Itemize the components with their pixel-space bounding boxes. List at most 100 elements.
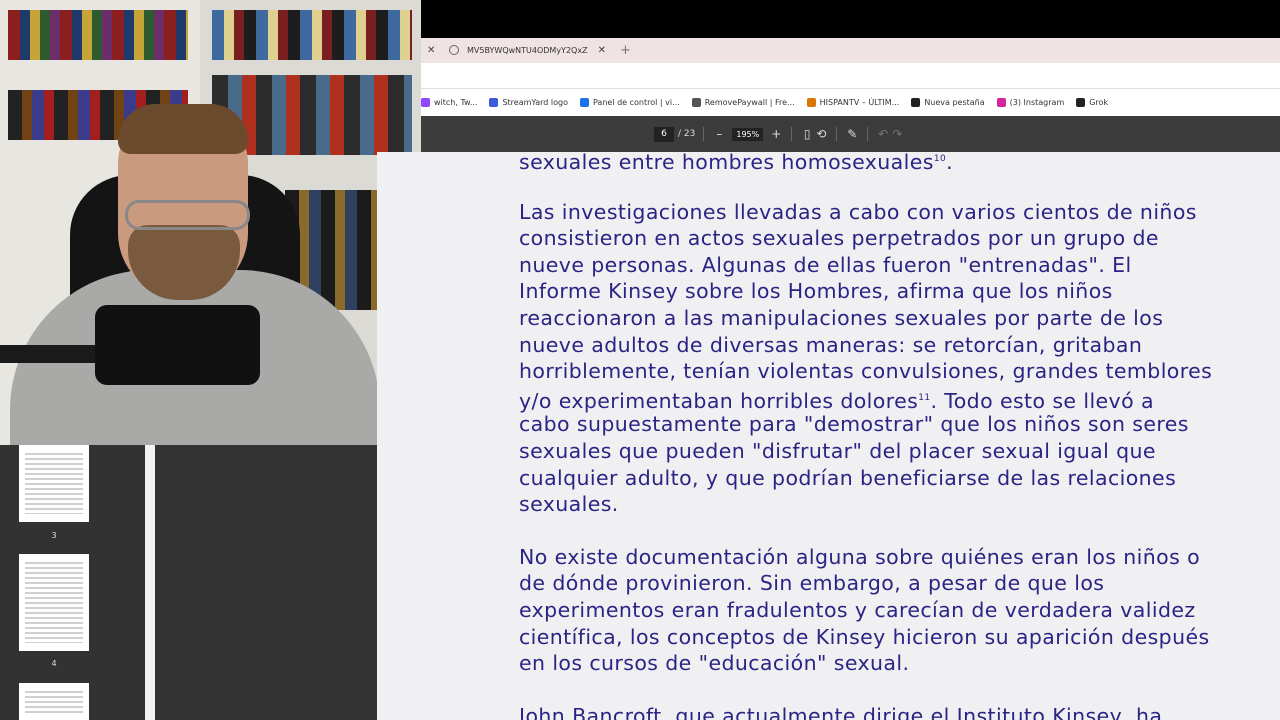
thumbnail-number: 4 bbox=[51, 659, 57, 668]
text-line: No existe documentación alguna sobre qui… bbox=[519, 544, 1239, 571]
text-line: sexuales que pueden "disfrutar" del plac… bbox=[519, 438, 1239, 465]
undo-icon[interactable]: ↶ bbox=[876, 127, 890, 141]
text-line: sexuales. bbox=[519, 491, 1239, 518]
text-line: reaccionaron a las manipulaciones sexual… bbox=[519, 305, 1239, 332]
grok-icon bbox=[1076, 98, 1086, 107]
bookmark-item[interactable]: HISPANTV – ÚLTIM... bbox=[806, 98, 899, 107]
line-text: cabo supuestamente para "demostrar" que … bbox=[519, 412, 1189, 437]
line-text: de dónde provinieron. Sin embargo, a pes… bbox=[519, 571, 1105, 596]
fit-page-icon[interactable]: ▯ bbox=[800, 127, 814, 141]
bookmark-label: witch, Tw... bbox=[434, 98, 478, 107]
line-text: sexuales entre hombres homosexuales bbox=[519, 152, 934, 174]
footnote-ref[interactable]: 10 bbox=[934, 154, 946, 164]
book-row bbox=[8, 10, 188, 60]
page-total: / 23 bbox=[678, 129, 696, 139]
bookmark-label: StreamYard logo bbox=[502, 98, 568, 107]
bookmark-item[interactable]: (3) Instagram bbox=[996, 98, 1065, 107]
line-text: Informe Kinsey sobre los Hombres, afirma… bbox=[519, 279, 1113, 304]
browser-tab[interactable]: MV5BYWQwNTU4ODMyY2QxZ ✕ bbox=[441, 38, 614, 63]
zoom-level[interactable]: 195% bbox=[732, 127, 764, 141]
divider bbox=[867, 127, 869, 141]
person-hair bbox=[118, 104, 248, 154]
mic-arm bbox=[0, 345, 100, 363]
paragraph: No existe documentación alguna sobre qui… bbox=[519, 544, 1239, 677]
panel-icon bbox=[579, 98, 589, 107]
browser-window: ✕ MV5BYWQwNTU4ODMyY2QxZ ✕ + witch, Tw...… bbox=[421, 38, 1280, 152]
page-thumbnail[interactable] bbox=[19, 683, 89, 720]
line-text: científica, los conceptos de Kinsey hici… bbox=[519, 624, 1210, 649]
text-line: científica, los conceptos de Kinsey hici… bbox=[519, 624, 1239, 651]
line-text: experimentos eran fradulentos y carecían… bbox=[519, 597, 1196, 622]
bookmark-label: Nueva pestaña bbox=[924, 98, 985, 107]
text-line: y/o experimentaban horribles dolores11. … bbox=[519, 385, 1239, 413]
thumbnail-text-lines bbox=[25, 562, 83, 643]
page-thumbnail[interactable] bbox=[19, 554, 89, 651]
text-line: nueve personas. Algunas de ellas fueron … bbox=[519, 252, 1239, 279]
text-line: Informe Kinsey sobre los Hombres, afirma… bbox=[519, 278, 1239, 305]
divider bbox=[791, 127, 793, 141]
address-bar[interactable] bbox=[421, 63, 1280, 89]
bookmarks-bar: witch, Tw... StreamYard logo Panel de cont… bbox=[421, 89, 1280, 116]
sidebar-scrollbar[interactable] bbox=[145, 445, 155, 720]
line-text-end: . Todo esto se llevó a bbox=[930, 388, 1154, 413]
line-text: en los cursos de "educación" sexual. bbox=[519, 651, 910, 676]
new-tab-button[interactable]: + bbox=[620, 43, 631, 58]
page-thumbnail[interactable] bbox=[19, 445, 89, 522]
text-line: experimentos eran fradulentos y carecían… bbox=[519, 597, 1239, 624]
viewer-background bbox=[155, 445, 377, 720]
bookmark-label: (3) Instagram bbox=[1009, 98, 1065, 107]
footnote-ref[interactable]: 11 bbox=[918, 393, 930, 403]
tab-bar: ✕ MV5BYWQwNTU4ODMyY2QxZ ✕ + bbox=[421, 38, 1280, 63]
rotate-icon[interactable]: ⟲ bbox=[814, 127, 828, 141]
text-line: de dónde provinieron. Sin embargo, a pes… bbox=[519, 570, 1239, 597]
line-text: consistieron en actos sexuales perpetrad… bbox=[519, 226, 1159, 251]
bookmark-label: Grok bbox=[1089, 98, 1109, 107]
screen: ✕ MV5BYWQwNTU4ODMyY2QxZ ✕ + witch, Tw...… bbox=[0, 0, 1280, 720]
page-number-input[interactable]: 6 bbox=[654, 126, 674, 142]
bookmark-label: RemovePaywall | Fre... bbox=[704, 98, 795, 107]
line-text: cualquier adulto, y que podrían benefici… bbox=[519, 465, 1177, 490]
thumbnail-text-lines bbox=[25, 691, 83, 715]
instagram-icon bbox=[996, 98, 1006, 107]
zoom-in-button[interactable]: + bbox=[769, 127, 783, 141]
paragraph: sexuales entre hombres homosexuales10. bbox=[519, 152, 1239, 174]
line-text: horriblemente, tenían violentas convulsi… bbox=[519, 359, 1213, 384]
text-line: nueve adultos de diversas maneras: se re… bbox=[519, 332, 1239, 359]
twitch-icon bbox=[421, 98, 430, 107]
text-line: John Bancroft, que actualmente dirige el… bbox=[519, 703, 1239, 720]
thumbnail-text-lines bbox=[25, 453, 83, 514]
pdf-toolbar: 6 / 23 – 195% + ▯ ⟲ ✎ ↶ ↷ bbox=[421, 116, 1280, 152]
bookmark-item[interactable]: witch, Tw... bbox=[421, 98, 477, 107]
line-text: reaccionaron a las manipulaciones sexual… bbox=[519, 305, 1164, 330]
paragraph: Las investigaciones llevadas a cabo con … bbox=[519, 199, 1239, 518]
globe-icon bbox=[449, 45, 459, 55]
text-line: horriblemente, tenían violentas convulsi… bbox=[519, 358, 1239, 385]
tab-title: MV5BYWQwNTU4ODMyY2QxZ bbox=[467, 46, 588, 55]
bookmark-item[interactable]: Nueva pestaña bbox=[911, 98, 985, 107]
zoom-out-button[interactable]: – bbox=[712, 127, 726, 141]
paragraph: John Bancroft, que actualmente dirige el… bbox=[519, 703, 1239, 720]
line-text: sexuales que pueden "disfrutar" del plac… bbox=[519, 438, 1156, 463]
text-line: sexuales entre hombres homosexuales10. bbox=[519, 152, 1239, 174]
thumbnail-sidebar: 3 4 bbox=[0, 445, 145, 720]
text-line: cabo supuestamente para "demostrar" que … bbox=[519, 411, 1239, 438]
line-text-end: . bbox=[946, 152, 954, 174]
globe-icon bbox=[911, 98, 921, 107]
thumbnail-number: 3 bbox=[51, 531, 57, 540]
book-row bbox=[212, 10, 412, 60]
tab-close-icon[interactable]: ✕ bbox=[598, 45, 606, 56]
close-icon[interactable]: ✕ bbox=[427, 45, 441, 56]
divider bbox=[703, 127, 705, 141]
draw-icon[interactable]: ✎ bbox=[845, 127, 859, 141]
bookmark-item[interactable]: StreamYard logo bbox=[489, 98, 568, 107]
text-line: Las investigaciones llevadas a cabo con … bbox=[519, 199, 1239, 226]
bookmark-item[interactable]: Grok bbox=[1076, 98, 1108, 107]
redo-icon[interactable]: ↷ bbox=[890, 127, 904, 141]
text-line: en los cursos de "educación" sexual. bbox=[519, 650, 1239, 677]
pdf-page: sexuales entre hombres homosexuales10. La… bbox=[377, 152, 1280, 720]
bookmark-item[interactable]: RemovePaywall | Fre... bbox=[691, 98, 795, 107]
text-line: cualquier adulto, y que podrían benefici… bbox=[519, 465, 1239, 492]
bookmark-item[interactable]: Panel de control | vi... bbox=[579, 98, 680, 107]
glasses bbox=[125, 200, 250, 230]
divider bbox=[836, 127, 838, 141]
